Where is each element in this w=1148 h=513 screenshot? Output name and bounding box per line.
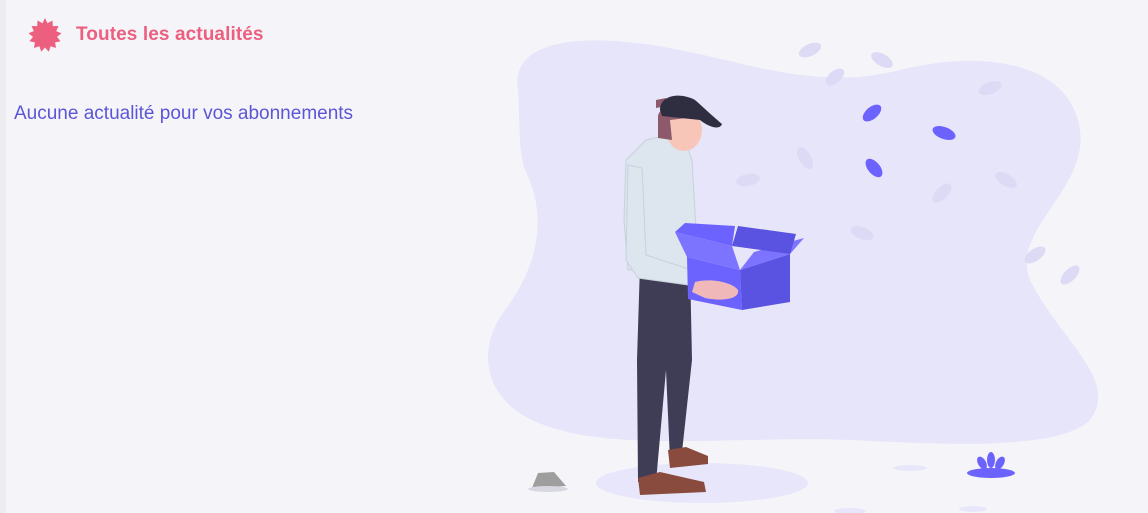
leaf — [871, 52, 893, 68]
plant — [967, 452, 1015, 478]
page-header: Toutes les actualités — [28, 18, 264, 52]
left-edge — [0, 0, 6, 513]
empty-box-illustration — [488, 40, 1099, 513]
rock-shadow — [528, 486, 568, 492]
empty-state-message: Aucune actualité pour vos abonnements — [14, 103, 354, 124]
page-title: Toutes les actualités — [76, 24, 264, 45]
ground-shadow — [959, 506, 987, 512]
leaf — [1060, 265, 1080, 285]
rock — [532, 472, 566, 488]
box-label — [764, 291, 771, 300]
badge-burst-icon — [28, 18, 62, 52]
leaf — [798, 42, 822, 58]
ground-shadow — [893, 465, 927, 471]
ground-shadow — [834, 508, 866, 513]
